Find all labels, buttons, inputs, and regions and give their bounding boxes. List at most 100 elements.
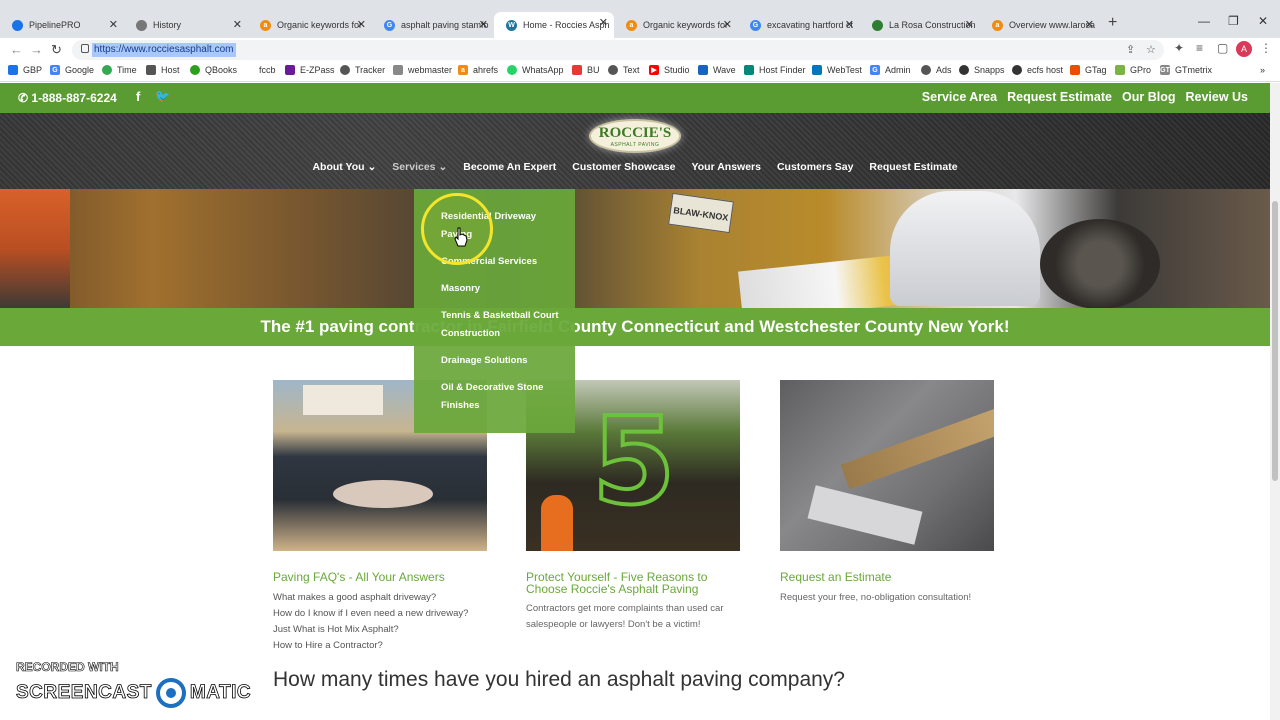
restore-icon[interactable]: ❐ xyxy=(1228,14,1239,28)
gtag-icon xyxy=(1070,65,1080,75)
bookmark-ecfs-host[interactable]: ecfs host xyxy=(1012,65,1063,75)
close-tab-icon[interactable]: ✕ xyxy=(965,18,974,31)
close-tab-icon[interactable]: ✕ xyxy=(1085,18,1094,31)
gpro-icon xyxy=(1115,65,1125,75)
scrollbar-thumb[interactable] xyxy=(1272,201,1278,481)
faq-link-3[interactable]: Just What is Hot Mix Asphalt? xyxy=(273,624,399,635)
bookmark-ahrefs[interactable]: a ahrefs xyxy=(458,65,498,75)
close-tab-icon[interactable]: ✕ xyxy=(357,18,366,31)
tagline-bar: The #1 paving contractor in Fairfield Co… xyxy=(0,308,1270,346)
tab-overview-larosa[interactable]: a Overview www.larosa ✕ xyxy=(980,14,1100,36)
menu-item-drainage-solutions[interactable]: Drainage Solutions xyxy=(441,352,566,370)
tab-organic-keywords-2[interactable]: a Organic keywords for ✕ xyxy=(614,14,738,36)
close-tab-icon[interactable]: ✕ xyxy=(233,18,242,31)
nav-services[interactable]: Services ⌄ xyxy=(392,161,447,173)
top-link-request-estimate[interactable]: Request Estimate xyxy=(1007,90,1112,104)
bookmark-fccb[interactable]: fccb xyxy=(259,65,276,75)
bookmark-wave[interactable]: Wave xyxy=(698,65,736,75)
profile-avatar[interactable]: A xyxy=(1236,41,1252,57)
address-bar-row: ← → ↻ https://www.rocciesasphalt.com ⇪ ☆ xyxy=(0,38,1280,62)
top-link-review-us[interactable]: Review Us xyxy=(1185,90,1248,104)
bookmark-gbp[interactable]: GBP xyxy=(8,65,42,75)
bookmark-whatsapp[interactable]: WhatsApp xyxy=(507,65,564,75)
faq-link-1[interactable]: What makes a good asphalt driveway? xyxy=(273,592,436,603)
minimize-icon[interactable]: — xyxy=(1198,14,1210,28)
bookmark-ads[interactable]: Ads xyxy=(921,65,952,75)
menu-item-oil-decorative-stone[interactable]: Oil & Decorative Stone Finishes xyxy=(441,379,566,415)
menu-item-masonry[interactable]: Masonry xyxy=(441,280,566,298)
bookmark-snapps[interactable]: Snapps xyxy=(959,65,1005,75)
shovel-graphic xyxy=(840,406,994,490)
share-icon[interactable]: ⇪ xyxy=(1126,43,1135,56)
close-tab-icon[interactable]: ✕ xyxy=(845,18,854,31)
bookmark-webtest[interactable]: WebTest xyxy=(812,65,862,75)
extensions-icon[interactable]: ✦ xyxy=(1174,41,1184,55)
bookmark-gtmetrix[interactable]: GT GTmetrix xyxy=(1160,65,1212,75)
snapps-icon xyxy=(959,65,969,75)
bookmark-host[interactable]: Host xyxy=(146,65,180,75)
bookmark-bu[interactable]: BU xyxy=(572,65,600,75)
bookmark-admin[interactable]: G Admin xyxy=(870,65,911,75)
site-logo[interactable]: ROCCIE'S ASPHALT PAVING xyxy=(589,119,681,153)
tab-la-rosa[interactable]: La Rosa Construction ✕ xyxy=(860,14,980,36)
side-panel-icon[interactable]: ▢ xyxy=(1217,41,1228,55)
close-tab-icon[interactable]: ✕ xyxy=(599,16,608,29)
nav-request-estimate[interactable]: Request Estimate xyxy=(869,161,957,173)
close-tab-icon[interactable]: ✕ xyxy=(723,18,732,31)
tab-asphalt-paving-search[interactable]: G asphalt paving stamfo ✕ xyxy=(372,14,494,36)
more-bookmarks-icon[interactable]: » xyxy=(1260,65,1265,75)
address-bar[interactable]: https://www.rocciesasphalt.com ⇪ ☆ xyxy=(72,40,1164,60)
bookmark-webmaster[interactable]: webmaster xyxy=(393,65,452,75)
bookmark-gtag[interactable]: GTag xyxy=(1070,65,1107,75)
close-tab-icon[interactable]: ✕ xyxy=(479,18,488,31)
facebook-icon[interactable]: f xyxy=(136,89,140,104)
bookmark-time[interactable]: Time xyxy=(102,65,137,75)
reading-list-icon[interactable]: ≡ xyxy=(1196,41,1203,55)
tab-roccies-home[interactable]: W Home - Roccies Asph ✕ xyxy=(494,12,614,38)
nav-become-an-expert[interactable]: Become An Expert xyxy=(463,161,556,173)
page-scrollbar[interactable] xyxy=(1270,83,1280,720)
text-icon xyxy=(608,65,618,75)
five-reasons-card-title[interactable]: Protect Yourself - Five Reasons to Choos… xyxy=(526,571,740,595)
estimate-card-image[interactable] xyxy=(780,380,994,551)
tab-history[interactable]: History ✕ xyxy=(124,14,248,36)
nav-customer-showcase[interactable]: Customer Showcase xyxy=(572,161,675,173)
new-tab-button[interactable]: + xyxy=(1108,14,1117,32)
reload-icon[interactable]: ↻ xyxy=(51,42,62,58)
wave-icon xyxy=(698,65,708,75)
close-window-icon[interactable]: ✕ xyxy=(1258,14,1268,28)
bookmark-qbooks[interactable]: QBooks xyxy=(190,65,237,75)
bookmark-google[interactable]: G Google xyxy=(50,65,94,75)
estimate-card-title[interactable]: Request an Estimate xyxy=(780,571,994,583)
ecfs-icon xyxy=(1012,65,1022,75)
bookmark-tracker[interactable]: Tracker xyxy=(340,65,385,75)
twitter-icon[interactable]: 🐦 xyxy=(155,89,170,103)
faq-link-2[interactable]: How do I know if I even need a new drive… xyxy=(273,608,468,619)
tab-pipelinepro[interactable]: PipelinePRO ✕ xyxy=(0,14,124,36)
forward-icon[interactable]: → xyxy=(30,42,43,57)
bookmark-studio[interactable]: ▶ Studio xyxy=(649,65,690,75)
nav-customers-say[interactable]: Customers Say xyxy=(777,161,853,173)
tab-organic-keywords-1[interactable]: a Organic keywords for ✕ xyxy=(248,14,372,36)
nav-about-you[interactable]: About You ⌄ xyxy=(312,161,376,173)
browser-menu-icon[interactable]: ⋮ xyxy=(1260,41,1272,55)
hero-image: BLAW-KNOX xyxy=(0,189,1270,308)
host-icon xyxy=(146,65,156,75)
bookmark-ezpass[interactable]: E-ZPass xyxy=(285,65,335,75)
quickbooks-icon xyxy=(190,65,200,75)
phone-number[interactable]: ✆ 1-888-887-6224 xyxy=(18,91,117,105)
bookmark-star-icon[interactable]: ☆ xyxy=(1146,43,1156,56)
top-link-service-area[interactable]: Service Area xyxy=(922,90,997,104)
tab-excavating-search[interactable]: G excavating hartford ct ✕ xyxy=(738,14,860,36)
url-text[interactable]: https://www.rocciesasphalt.com xyxy=(92,43,236,57)
bookmark-gpro[interactable]: GPro xyxy=(1115,65,1151,75)
back-icon[interactable]: ← xyxy=(10,42,23,57)
faq-card-title[interactable]: Paving FAQ's - All Your Answers xyxy=(273,571,487,583)
menu-item-tennis-basketball-court[interactable]: Tennis & Basketball Court Construction xyxy=(441,307,566,343)
faq-link-4[interactable]: How to Hire a Contractor? xyxy=(273,640,383,651)
top-link-our-blog[interactable]: Our Blog xyxy=(1122,90,1175,104)
close-tab-icon[interactable]: ✕ xyxy=(109,18,118,31)
bookmark-host-finder[interactable]: Host Finder xyxy=(744,65,806,75)
bookmark-text[interactable]: Text xyxy=(608,65,640,75)
nav-your-answers[interactable]: Your Answers xyxy=(692,161,761,173)
